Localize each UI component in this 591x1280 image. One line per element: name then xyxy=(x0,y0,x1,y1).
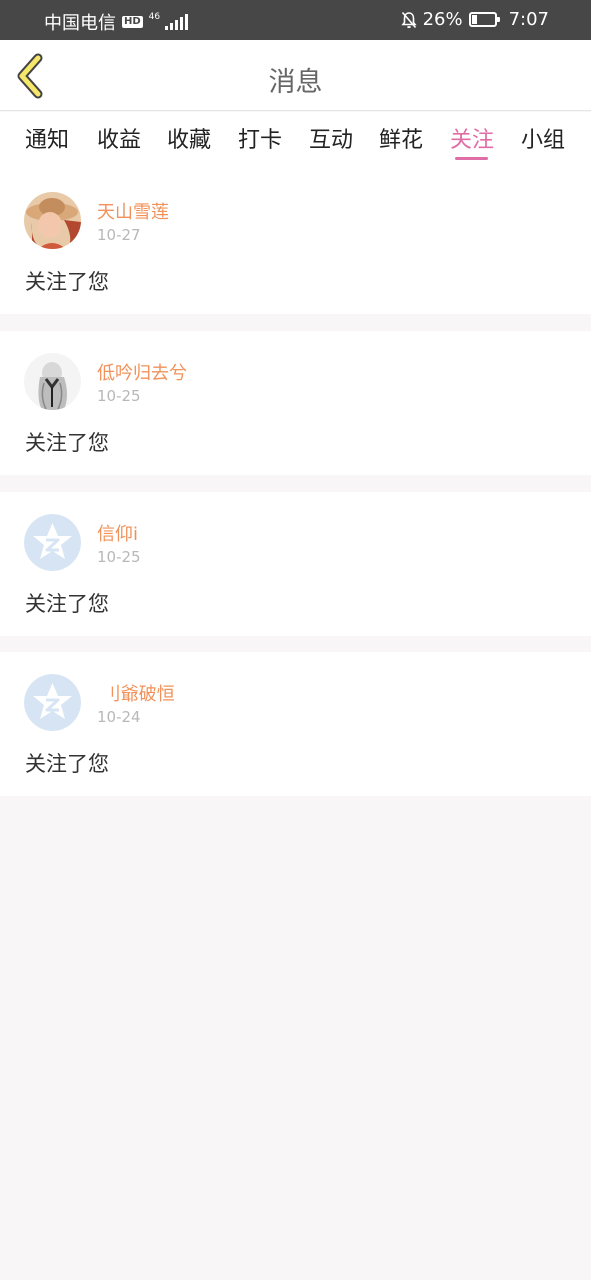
message-date: 10-27 xyxy=(97,226,141,244)
tab-indicator xyxy=(455,157,488,160)
message-text: 关注了您 xyxy=(25,592,109,616)
qq-default-avatar-icon xyxy=(24,674,81,731)
message-text: 关注了您 xyxy=(25,752,109,776)
avatar[interactable] xyxy=(24,192,81,249)
tab-bar: 通知 收益 收藏 打卡 互动 鲜花 关注 小组 xyxy=(0,112,591,170)
tab-checkin[interactable]: 打卡 xyxy=(232,122,288,154)
avatar[interactable] xyxy=(24,674,81,731)
username[interactable]: 天山雪莲 xyxy=(97,198,169,224)
hd-badge: HD xyxy=(122,16,143,28)
message-text: 关注了您 xyxy=(25,270,109,294)
avatar[interactable] xyxy=(24,514,81,571)
status-bar: 中国电信 HD 46 26% 7:07 xyxy=(0,0,591,40)
message-date: 10-25 xyxy=(97,548,141,566)
battery-percent: 26% xyxy=(422,9,463,30)
avatar[interactable] xyxy=(24,353,81,410)
bell-off-icon xyxy=(400,11,417,28)
list-item: 低吟归去兮 10-25 关注了您 xyxy=(0,331,591,475)
title-bar: 消息 xyxy=(0,40,591,111)
page-title: 消息 xyxy=(268,67,323,98)
tab-interaction[interactable]: 互动 xyxy=(303,122,359,154)
tab-follow[interactable]: 关注 xyxy=(444,122,500,154)
sketch-avatar-icon xyxy=(24,353,81,410)
signal-icon xyxy=(165,14,189,30)
network-type: 46 xyxy=(148,11,161,22)
carrier-label: 中国电信 xyxy=(44,13,116,34)
message-date: 10-25 xyxy=(97,387,141,405)
tab-notifications[interactable]: 通知 xyxy=(19,122,75,154)
list-item: 信仰i 10-25 关注了您 xyxy=(0,492,591,636)
clock: 7:07 xyxy=(508,9,549,30)
list-item: 天山雪莲 10-27 关注了您 xyxy=(0,170,591,314)
tab-groups[interactable]: 小组 xyxy=(515,122,571,154)
username[interactable]: 低吟归去兮 xyxy=(97,359,187,385)
qq-default-avatar-icon xyxy=(24,514,81,571)
username[interactable]: 信仰i xyxy=(97,520,138,546)
photo-avatar-icon xyxy=(24,192,81,249)
message-text: 关注了您 xyxy=(25,431,109,455)
message-date: 10-24 xyxy=(97,708,141,726)
tab-favorites[interactable]: 收藏 xyxy=(161,122,217,154)
username[interactable]: 刂爺破恒 xyxy=(97,680,175,706)
battery-fill xyxy=(471,15,478,24)
tab-flowers[interactable]: 鲜花 xyxy=(373,122,429,154)
battery-icon xyxy=(468,12,500,27)
status-left: 中国电信 HD 46 xyxy=(44,9,189,35)
list-item: 刂爺破恒 10-24 关注了您 xyxy=(0,652,591,796)
tab-earnings[interactable]: 收益 xyxy=(91,122,147,154)
status-right: 26% 7:07 xyxy=(400,9,549,30)
